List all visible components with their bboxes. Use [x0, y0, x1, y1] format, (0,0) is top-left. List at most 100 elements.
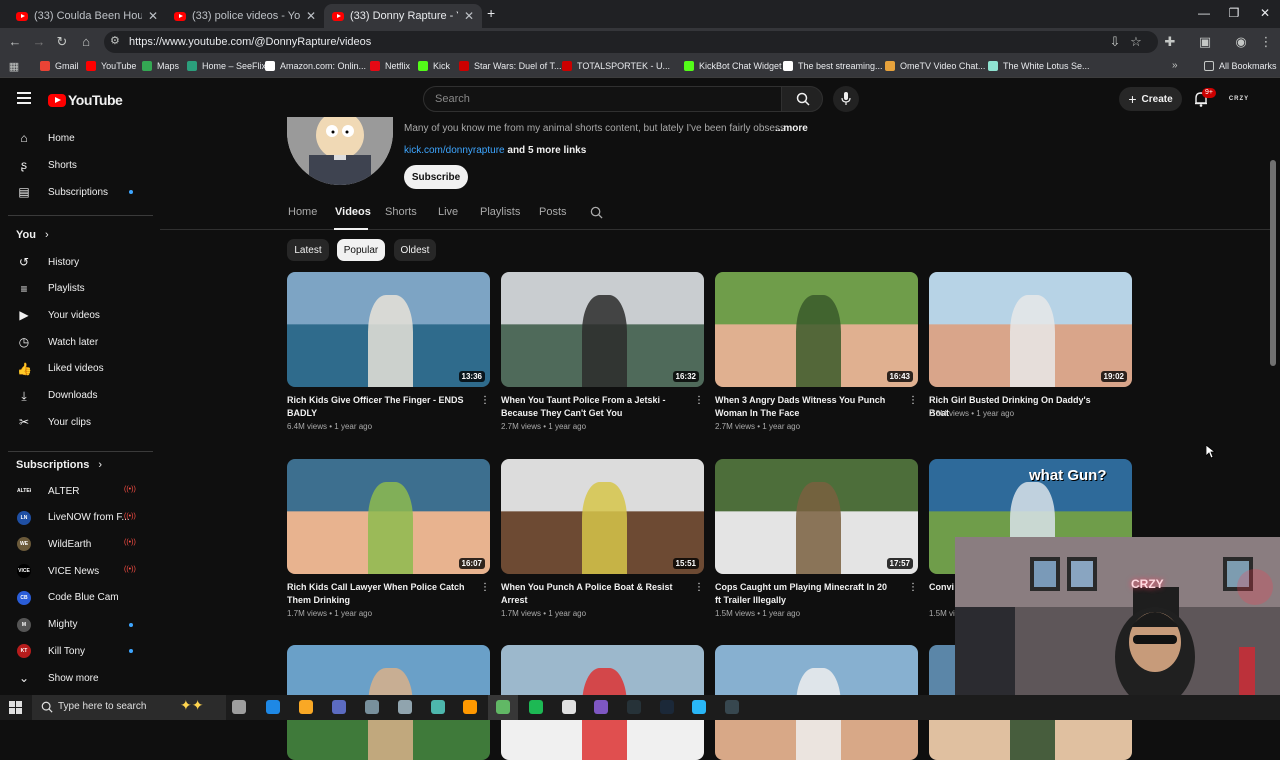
- all-bookmarks-folder[interactable]: All Bookmarks: [1204, 61, 1277, 71]
- reload-icon[interactable]: ↻: [54, 34, 70, 50]
- task-view-icon[interactable]: [232, 700, 246, 714]
- bookmark-star-icon[interactable]: ☆: [1128, 34, 1144, 50]
- video-menu-icon[interactable]: ⋮: [908, 396, 918, 406]
- app-icon[interactable]: [398, 700, 412, 714]
- chip-popular[interactable]: Popular: [337, 239, 385, 261]
- browser-tab-2[interactable]: (33) police videos - YouTube ✕: [166, 4, 324, 28]
- search-button[interactable]: [781, 86, 823, 112]
- bookmark-item[interactable]: Netflix: [370, 61, 410, 71]
- app-icon[interactable]: [431, 700, 445, 714]
- site-info-icon[interactable]: ⚙: [110, 34, 120, 47]
- close-tab-icon[interactable]: ✕: [464, 9, 474, 23]
- video-thumbnail[interactable]: 16:07: [287, 459, 490, 574]
- sidebar-item-liked-videos[interactable]: 👍 Liked videos: [0, 356, 150, 382]
- apps-grid-icon[interactable]: ▦: [6, 59, 22, 75]
- chip-latest[interactable]: Latest: [287, 239, 329, 261]
- chip-oldest[interactable]: Oldest: [394, 239, 436, 261]
- page-scrollbar[interactable]: [1270, 160, 1276, 366]
- sidebar-item-watch-later[interactable]: ◷ Watch later: [0, 329, 150, 355]
- app-icon[interactable]: [725, 700, 739, 714]
- windows-start-icon[interactable]: [9, 701, 22, 714]
- bookmark-item[interactable]: The best streaming...: [783, 61, 883, 71]
- subscription-item[interactable]: ALTER ALTER ((•)): [0, 478, 150, 504]
- restore-icon[interactable]: ❐: [1224, 6, 1244, 20]
- sidebar-item-subscriptions[interactable]: ▤ Subscriptions: [0, 179, 150, 205]
- tab-live[interactable]: Live: [438, 206, 458, 218]
- video-menu-icon[interactable]: ⋮: [480, 583, 490, 593]
- more-bookmarks-icon[interactable]: »: [1172, 60, 1178, 71]
- create-button[interactable]: + Create: [1119, 87, 1182, 111]
- bookmark-item[interactable]: YouTube: [86, 61, 136, 71]
- channel-search-icon[interactable]: [590, 206, 603, 219]
- video-title[interactable]: When You Punch A Police Boat & Resist Ar…: [501, 581, 681, 607]
- sidebar-item-downloads[interactable]: ⤓ Downloads: [0, 383, 150, 409]
- steam-icon[interactable]: [660, 700, 674, 714]
- more-links[interactable]: and 5 more links: [507, 145, 586, 156]
- sidebar-item-shorts[interactable]: ʂ Shorts: [0, 152, 150, 178]
- close-window-icon[interactable]: ✕: [1255, 6, 1275, 20]
- channel-description[interactable]: Many of you know me from my animal short…: [404, 123, 785, 134]
- subscription-item[interactable]: CB Code Blue Cam: [0, 585, 150, 611]
- subscription-item[interactable]: KT Kill Tony: [0, 638, 150, 664]
- youtube-logo[interactable]: YouTube: [48, 92, 123, 108]
- video-thumbnail[interactable]: 19:02: [929, 272, 1132, 387]
- voice-search-button[interactable]: [833, 86, 859, 112]
- sidebar-item-your-videos[interactable]: ▶ Your videos: [0, 302, 150, 328]
- bookmark-item[interactable]: KickBot Chat Widget: [684, 61, 782, 71]
- minimize-icon[interactable]: —: [1194, 6, 1214, 20]
- back-icon[interactable]: ←: [7, 34, 23, 50]
- file-explorer-icon[interactable]: [299, 700, 313, 714]
- subscription-item[interactable]: LN LiveNOW from F... ((•)): [0, 505, 150, 531]
- subscriptions-section-header[interactable]: Subscriptions ›: [16, 459, 102, 471]
- app-icon[interactable]: [594, 700, 608, 714]
- video-title[interactable]: Rich Kids Give Officer The Finger - ENDS…: [287, 394, 467, 420]
- video-title[interactable]: Cops Caught um Playing Minecraft In 20 f…: [715, 581, 895, 607]
- tab-videos[interactable]: Videos: [335, 206, 371, 218]
- tab-posts[interactable]: Posts: [539, 206, 567, 218]
- bookmark-item[interactable]: OmeTV Video Chat...: [885, 61, 985, 71]
- close-tab-icon[interactable]: ✕: [148, 9, 158, 23]
- sidebar-item-playlists[interactable]: ≡ Playlists: [0, 276, 150, 302]
- bookmark-item[interactable]: TOTALSPORTEK - U...: [562, 61, 670, 71]
- side-panel-icon[interactable]: ▣: [1197, 34, 1213, 50]
- you-section-header[interactable]: You ›: [16, 229, 49, 241]
- profile-icon[interactable]: ◉: [1233, 34, 1249, 50]
- app-icon[interactable]: [562, 700, 576, 714]
- description-more-link[interactable]: ...more: [775, 123, 808, 134]
- sidebar-item-home[interactable]: ⌂ Home: [0, 125, 150, 151]
- channel-avatar[interactable]: [287, 117, 393, 185]
- browser-menu-icon[interactable]: ⋮: [1258, 34, 1274, 50]
- extensions-icon[interactable]: ✚: [1162, 34, 1178, 50]
- account-avatar[interactable]: CRZY: [1228, 91, 1250, 107]
- bookmark-item[interactable]: Home – SeeFlix: [187, 61, 266, 71]
- video-menu-icon[interactable]: ⋮: [480, 396, 490, 406]
- channel-link[interactable]: kick.com/donnyrapture: [404, 145, 505, 156]
- app-icon[interactable]: [463, 700, 477, 714]
- video-title[interactable]: Rich Kids Call Lawyer When Police Catch …: [287, 581, 467, 607]
- bookmark-item[interactable]: Gmail: [40, 61, 79, 71]
- show-more-button[interactable]: ⌄ Show more: [0, 665, 150, 691]
- sidebar-item-your-clips[interactable]: ✂ Your clips: [0, 409, 150, 435]
- browser-tab-1[interactable]: (33) Coulda Been House 2, Epis ✕: [8, 4, 166, 28]
- sidebar-item-history[interactable]: ↺ History: [0, 249, 150, 275]
- forward-icon[interactable]: →: [31, 34, 47, 50]
- spotify-icon[interactable]: [529, 700, 543, 714]
- tab-home[interactable]: Home: [288, 206, 317, 218]
- search-input[interactable]: [423, 86, 782, 112]
- bookmark-item[interactable]: Maps: [142, 61, 179, 71]
- app-icon[interactable]: [332, 700, 346, 714]
- subscription-item[interactable]: VICE VICE News ((•)): [0, 558, 150, 584]
- subscribe-button[interactable]: Subscribe: [404, 165, 468, 189]
- hamburger-menu-icon[interactable]: [17, 92, 31, 104]
- browser-tab-3-active[interactable]: (33) Donny Rapture - YouTube ✕: [324, 4, 482, 28]
- subscription-item[interactable]: M Mighty: [0, 612, 150, 638]
- install-app-icon[interactable]: ⇩: [1107, 34, 1123, 50]
- close-tab-icon[interactable]: ✕: [306, 9, 316, 23]
- video-thumbnail[interactable]: 16:32: [501, 272, 704, 387]
- video-thumbnail[interactable]: 17:57: [715, 459, 918, 574]
- app-icon[interactable]: [692, 700, 706, 714]
- video-menu-icon[interactable]: ⋮: [694, 396, 704, 406]
- bookmark-item[interactable]: Star Wars: Duel of T...: [459, 61, 562, 71]
- video-title[interactable]: When You Taunt Police From a Jetski - Be…: [501, 394, 681, 420]
- bookmark-item[interactable]: Amazon.com: Onlin...: [265, 61, 366, 71]
